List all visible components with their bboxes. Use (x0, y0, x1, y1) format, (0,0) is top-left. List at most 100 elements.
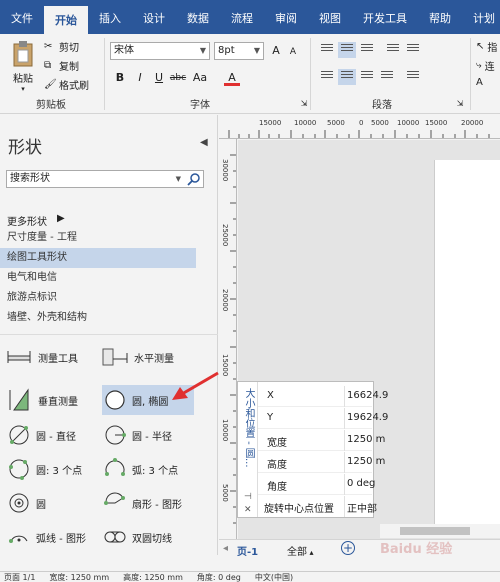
search-icon[interactable] (187, 172, 201, 186)
shape-horizontal-measure[interactable]: 水平测量 (102, 342, 174, 372)
status-page[interactable]: 页面 1/1 (4, 572, 35, 582)
shape-circle-radius[interactable]: 圆 - 半径 (104, 420, 172, 450)
format-painter-button[interactable]: 🖌 格式刷 (44, 77, 89, 93)
shape-measure-tool[interactable]: 测量工具 (6, 342, 78, 372)
shape-arc-3pt[interactable]: 弧: 3 个点 (104, 454, 178, 484)
all-pages-button[interactable]: 全部 ▴ (287, 543, 314, 558)
align-center-button[interactable] (338, 69, 356, 85)
copy-button[interactable]: ⧉ 复制 (44, 58, 79, 74)
annotation-arrow (172, 371, 219, 400)
tab-developer[interactable]: 开发工具 (352, 6, 418, 34)
indent-decrease-button[interactable] (384, 42, 402, 58)
property-row-pin-pos[interactable]: 旋转中心点位置 正中部 (258, 496, 377, 517)
shape-sector[interactable]: 扇形 - 图形 (104, 488, 182, 518)
align-top-button[interactable] (318, 42, 336, 58)
shrink-font-button[interactable]: A (285, 44, 301, 60)
ribbon-tab-bar: 文件 开始 插入 设计 数据 流程 审阅 视图 开发工具 帮助 计划 (0, 0, 500, 34)
divider (344, 452, 345, 473)
change-case-button[interactable]: Aa (190, 70, 210, 86)
property-value: 1250 m (347, 434, 386, 445)
copy-icon: ⧉ (44, 59, 52, 71)
stencil-item[interactable]: 旅游点标识 (0, 288, 196, 308)
align-bottom-button[interactable] (358, 42, 376, 58)
collapse-pane-icon[interactable]: ◀ (200, 137, 208, 148)
copy-label: 复制 (59, 62, 79, 73)
align-left-button[interactable] (318, 69, 336, 85)
property-value: 0 deg (347, 478, 376, 489)
property-row-y[interactable]: Y 19624.9 (258, 408, 388, 429)
close-icon[interactable]: ✕ (244, 505, 252, 515)
shape-label: 圆 - 半径 (132, 431, 172, 443)
tab-insert[interactable]: 插入 (88, 6, 132, 34)
divider (344, 496, 345, 517)
cut-button[interactable]: ✂ 剪切 (44, 39, 79, 55)
grow-font-button[interactable]: A (268, 43, 284, 59)
chevron-down-icon[interactable]: ▼ (176, 171, 181, 187)
search-shapes-input[interactable]: 搜索形状 ▼ (6, 170, 204, 188)
shape-label: 圆 - 直径 (36, 431, 76, 443)
shape-circle[interactable]: 圆 (8, 488, 46, 518)
pointer-tool-button[interactable]: ↖ 指 (476, 39, 497, 54)
bold-button[interactable]: B (112, 70, 128, 86)
shape-circle-diameter[interactable]: 圆 - 直径 (8, 420, 76, 450)
underline-button[interactable]: U (151, 70, 167, 86)
tab-plan[interactable]: 计划 (462, 6, 500, 34)
dialog-launcher-icon[interactable]: ⇲ (452, 96, 468, 112)
stencil-item[interactable]: 绘图工具形状 (0, 248, 196, 268)
status-language[interactable]: 中文(中国) (255, 572, 293, 582)
font-name-select[interactable]: 宋体 ▼ (110, 42, 210, 60)
property-key: 旋转中心点位置 (264, 504, 334, 515)
tab-review[interactable]: 审阅 (264, 6, 308, 34)
italic-button[interactable]: I (132, 70, 148, 86)
shape-circle-3pt[interactable]: 圆: 3 个点 (8, 454, 82, 484)
shapes-pane-title: 形状 (8, 138, 42, 158)
property-row-x[interactable]: X 16624.9 (258, 386, 388, 407)
property-row-height[interactable]: 高度 1250 m (258, 452, 385, 473)
bullets-button[interactable] (404, 69, 422, 85)
strikethrough-button[interactable]: abc (168, 70, 188, 86)
add-page-icon[interactable]: + (341, 541, 355, 555)
property-value: 1250 m (347, 456, 386, 467)
align-right-button[interactable] (358, 69, 376, 85)
shape-tangent-circles[interactable]: 双圆切线 (104, 522, 172, 552)
stencil-item[interactable]: 电气和电信 (0, 268, 196, 288)
tab-view[interactable]: 视图 (308, 6, 352, 34)
property-key: Y (267, 412, 274, 423)
circle-diameter-icon (9, 425, 29, 445)
pin-icon[interactable]: ⊣ (244, 492, 252, 502)
shape-label: 圆 (36, 499, 46, 511)
text-tool-button[interactable]: A (476, 77, 483, 88)
paste-button[interactable]: 粘贴 ▾ (8, 38, 38, 96)
stencil-item[interactable]: 墙壁、外壳和结构 (0, 308, 196, 328)
stencil-item[interactable]: 尺寸度量 - 工程 (0, 228, 196, 248)
horizontal-scrollbar[interactable] (380, 524, 500, 538)
tab-process[interactable]: 流程 (220, 6, 264, 34)
drawing-page[interactable] (434, 160, 500, 525)
page-tab[interactable]: 页-1 (237, 543, 258, 558)
property-row-width[interactable]: 宽度 1250 m (258, 430, 385, 451)
tab-design[interactable]: 设计 (132, 6, 176, 34)
property-row-angle[interactable]: 角度 0 deg (258, 474, 376, 495)
scrollbar-thumb[interactable] (400, 527, 470, 535)
ruler-label: 20000 (461, 119, 484, 127)
font-size-select[interactable]: 8pt ▼ (214, 42, 264, 60)
shape-arc[interactable]: 弧线 - 图形 (8, 522, 86, 552)
connector-tool-button[interactable]: ⤷ 连 (476, 58, 495, 73)
tab-help[interactable]: 帮助 (418, 6, 462, 34)
tab-data[interactable]: 数据 (176, 6, 220, 34)
divider (344, 474, 345, 495)
justify-button[interactable] (378, 69, 396, 85)
nav-left-icon[interactable]: ◂ (223, 543, 228, 554)
ruler-label: 0 (359, 119, 364, 127)
font-color-button[interactable]: A (224, 70, 240, 86)
tab-home[interactable]: 开始 (44, 6, 88, 34)
shape-vertical-measure[interactable]: 垂直测量 (6, 385, 78, 415)
font-name-value: 宋体 (114, 45, 134, 56)
tab-file[interactable]: 文件 (0, 6, 44, 34)
align-middle-button[interactable] (338, 42, 356, 58)
ellipse-icon (105, 390, 125, 410)
indent-increase-button[interactable] (404, 42, 422, 58)
more-shapes-button[interactable]: 更多形状 ▶ (7, 213, 65, 228)
clipboard-group-label: 剪贴板 (36, 100, 66, 111)
size-position-titlebar[interactable]: 大小和位置 - 圆... ⊣ ✕ (238, 382, 258, 517)
